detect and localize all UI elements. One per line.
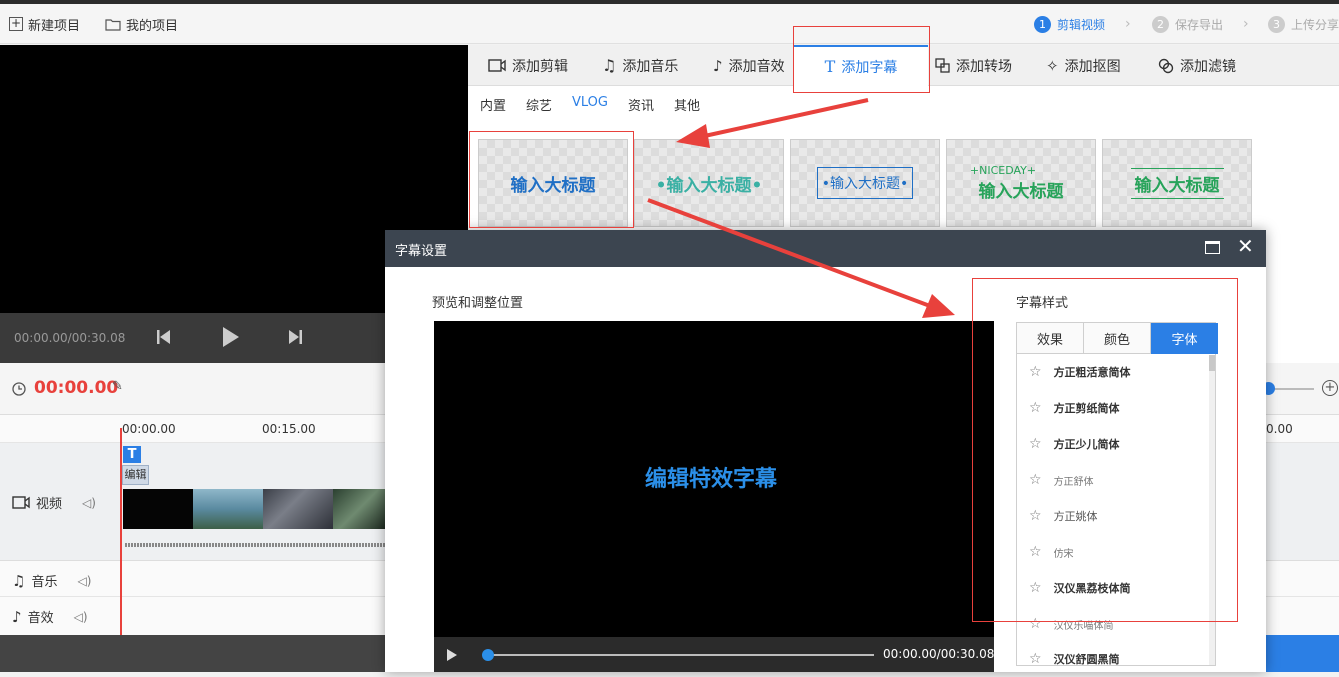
filter-icon	[1158, 58, 1174, 73]
subtab-news[interactable]: 资讯	[628, 95, 654, 114]
video-thumbnail[interactable]	[263, 489, 333, 529]
dialog-player-controls: 00:00.00/00:30.08	[434, 637, 994, 672]
subtab-builtin[interactable]: 内置	[480, 95, 506, 114]
tab-add-music[interactable]: ♫ 添加音乐	[602, 45, 678, 86]
new-project-button[interactable]: + 新建项目	[9, 4, 80, 44]
subtitle-preview[interactable]: 编辑特效字幕	[434, 321, 994, 637]
sound-effect-icon: ♪	[12, 607, 22, 626]
play-icon[interactable]	[446, 648, 458, 662]
tab-add-cutout[interactable]: ✧ 添加抠图	[1046, 45, 1121, 86]
card-text: 输入大标题	[978, 182, 1064, 202]
tick-label: 00:15.00	[262, 422, 316, 436]
dialog-title: 字幕设置	[395, 244, 448, 259]
speaker-icon[interactable]: ◁)	[82, 496, 96, 510]
music-track-label: ♫ 音乐 ◁)	[12, 571, 91, 591]
annotation-box-tab	[793, 26, 930, 93]
card-text: •输入大标题•	[655, 175, 763, 196]
tab-add-transition[interactable]: 添加转场	[935, 45, 1012, 86]
sound-effect-track-label: ♪ 音效 ◁)	[12, 607, 88, 627]
tab-add-filter[interactable]: 添加滤镜	[1158, 45, 1236, 86]
subtitle-template-card[interactable]: +NICEDAY+ 输入大标题	[946, 139, 1096, 227]
subtitle-template-card[interactable]: •输入大标题•	[634, 139, 784, 227]
subtitle-template-card[interactable]: 输入大标题	[1102, 139, 1252, 227]
top-toolbar: + 新建项目 我的项目 1 剪辑视频 › 2 保存导出 › 3 上传分享	[0, 4, 1339, 44]
skip-back-icon[interactable]	[157, 329, 171, 345]
magic-wand-icon: ✧	[1046, 56, 1059, 75]
step-number: 1	[1034, 15, 1051, 33]
zoom-in-icon[interactable]: +	[1322, 380, 1338, 396]
tab-label: 添加音效	[728, 58, 785, 75]
subtitle-template-card[interactable]: •输入大标题•	[790, 139, 940, 227]
playhead[interactable]	[120, 428, 122, 635]
maximize-icon[interactable]	[1205, 241, 1220, 254]
clip-icon	[488, 59, 506, 72]
close-icon[interactable]: ✕	[1237, 236, 1254, 256]
speaker-icon[interactable]: ◁)	[77, 574, 91, 588]
step-label: 保存导出	[1175, 17, 1224, 32]
font-name: 汉仪舒圆黑简	[1053, 653, 1120, 666]
tab-add-sound-effect[interactable]: ♪ 添加音效	[713, 45, 785, 86]
music-note-icon: ♫	[602, 56, 617, 75]
card-small-text: +NICEDAY+	[969, 164, 1037, 177]
annotation-box-card	[469, 131, 634, 228]
tab-label: 添加剪辑	[512, 58, 568, 75]
video-camera-icon	[12, 496, 30, 509]
text-badge[interactable]: T	[123, 446, 141, 463]
video-thumbnail[interactable]	[193, 489, 263, 529]
subtitle-clip[interactable]: 编辑	[122, 465, 149, 485]
tab-label: 添加滤镜	[1180, 58, 1236, 75]
step-upload-share[interactable]: 3 上传分享	[1268, 4, 1339, 44]
video-track-label: 视频 ◁)	[12, 493, 96, 512]
video-thumbnail[interactable]	[123, 489, 193, 529]
tick-label: 0.00	[1266, 422, 1293, 436]
play-icon[interactable]	[222, 326, 240, 348]
tab-label: 添加音乐	[622, 58, 679, 75]
bottom-action-button[interactable]	[1265, 635, 1339, 672]
tab-label: 添加抠图	[1064, 58, 1121, 75]
dialog-title-bar: 字幕设置 ✕	[385, 230, 1266, 267]
new-project-label: 新建项目	[28, 18, 81, 34]
step-edit-video[interactable]: 1 剪辑视频	[1034, 4, 1105, 44]
chevron-right-icon: ›	[1243, 16, 1249, 32]
track-label-text: 音乐	[31, 575, 58, 590]
subtab-variety[interactable]: 综艺	[526, 95, 552, 114]
annotation-box-font-panel	[972, 278, 1238, 622]
tab-add-clip[interactable]: 添加剪辑	[488, 45, 568, 86]
tab-label: 添加转场	[956, 58, 1012, 75]
step-label: 上传分享	[1291, 17, 1339, 32]
plus-box-icon: +	[9, 16, 23, 31]
track-label-text: 视频	[36, 497, 63, 512]
transition-icon	[935, 58, 950, 73]
my-projects-label: 我的项目	[126, 18, 179, 34]
card-text: •输入大标题•	[816, 167, 914, 199]
dialog-time: 00:00.00/00:30.08	[883, 647, 995, 661]
star-icon[interactable]: ☆	[1029, 651, 1042, 667]
card-text: 输入大标题	[1130, 167, 1224, 199]
sound-effect-icon: ♪	[713, 56, 723, 75]
track-label-text: 音效	[27, 611, 54, 626]
subtab-other[interactable]: 其他	[674, 95, 700, 114]
current-time: 00:00.00	[34, 378, 119, 398]
player-time: 00:00.00/00:30.08	[14, 331, 126, 345]
my-projects-button[interactable]: 我的项目	[105, 4, 178, 44]
preview-subtitle-text[interactable]: 编辑特效字幕	[434, 461, 988, 493]
step-save-export[interactable]: 2 保存导出	[1152, 4, 1223, 44]
chevron-right-icon: ›	[1125, 16, 1131, 32]
clock-icon	[12, 382, 26, 396]
music-note-icon: ♫	[12, 571, 26, 590]
step-number: 2	[1152, 15, 1169, 33]
audio-waveform	[125, 543, 385, 547]
video-thumbnail[interactable]	[333, 489, 385, 529]
speaker-icon[interactable]: ◁)	[74, 610, 88, 624]
folder-icon	[105, 18, 121, 31]
step-label: 剪辑视频	[1057, 17, 1106, 32]
preview-label: 预览和调整位置	[432, 296, 524, 311]
edit-pencil-icon[interactable]: ✎	[112, 379, 123, 394]
seek-handle[interactable]	[482, 649, 494, 661]
subtab-vlog[interactable]: VLOG	[572, 95, 608, 110]
seek-bar[interactable]	[486, 654, 874, 656]
skip-forward-icon[interactable]	[288, 329, 302, 345]
tick-label: 00:00.00	[122, 422, 176, 436]
step-number: 3	[1268, 15, 1285, 33]
